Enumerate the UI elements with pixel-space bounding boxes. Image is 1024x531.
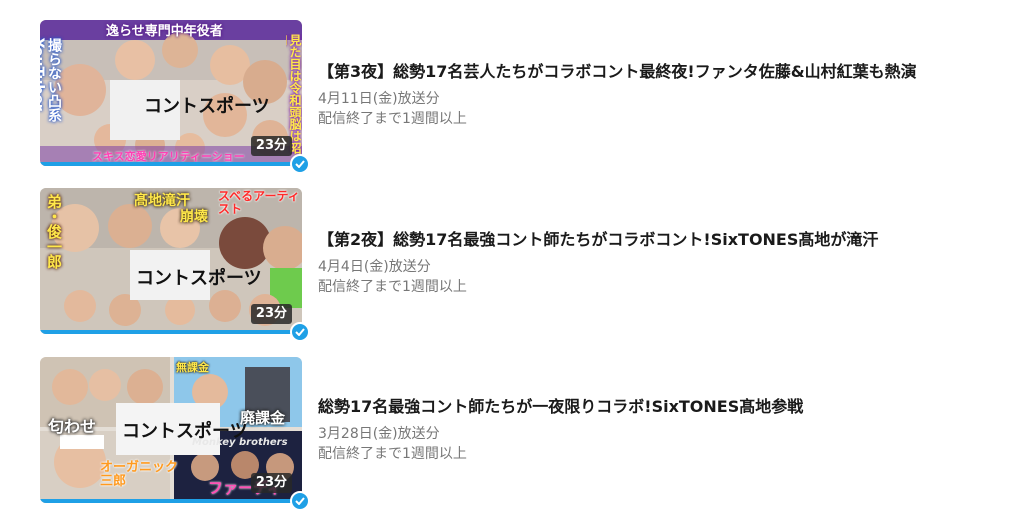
thumb-left-caption: 撮らない凸系YouTuber: [40, 38, 62, 122]
duration-badge: 23分: [250, 304, 292, 324]
watch-progress-fill: [40, 162, 302, 166]
thumb-bottom-left-caption: オーガニック三郎: [100, 460, 179, 489]
air-date: 3月28日(金)放送分: [318, 426, 440, 442]
watched-check-icon: [290, 491, 310, 511]
episode-title[interactable]: 【第3夜】総勢17名芸人たちがコラボコント最終夜!ファンタ佐藤&山村紅葉も熱演: [318, 62, 917, 82]
availability-text: 配信終了まで1週間以上: [318, 446, 467, 462]
show-logo: コントスポーツ: [122, 421, 248, 442]
watch-progress-bar: [40, 499, 302, 503]
show-logo: コントスポーツ: [136, 268, 262, 289]
episode-item[interactable]: 逸らせ専門中年役者 撮らない凸系YouTuber 見た目は令和頭脳は昭和 コント…: [0, 20, 1024, 180]
episode-thumbnail[interactable]: 弟・俊一郎 髙地滝汗 崩壊 スベるアーティスト コントスポーツ 23分: [40, 188, 310, 342]
watched-check-icon: [290, 154, 310, 174]
watched-check-icon: [290, 322, 310, 342]
episode-thumbnail[interactable]: 逸らせ専門中年役者 撮らない凸系YouTuber 見た目は令和頭脳は昭和 コント…: [40, 20, 310, 174]
air-date: 4月4日(金)放送分: [318, 259, 431, 275]
availability-text: 配信終了まで1週間以上: [318, 279, 467, 295]
episode-title[interactable]: 【第2夜】総勢17名最強コント師たちがコラボコント!SixTONES髙地が滝汗: [318, 230, 878, 250]
duration-badge: 23分: [250, 473, 292, 493]
show-logo: コントスポーツ: [144, 96, 270, 117]
thumb-right-caption: スベるアーティスト: [218, 189, 300, 216]
thumbnail-image: 逸らせ専門中年役者 撮らない凸系YouTuber 見た目は令和頭脳は昭和 コント…: [40, 20, 302, 166]
watch-progress-fill: [40, 330, 302, 334]
thumbnail-image: 匂わせ 無課金 廃課金 オーガニック三郎 Monkey brothers ファー…: [40, 357, 302, 503]
episode-thumbnail[interactable]: 匂わせ 無課金 廃課金 オーガニック三郎 Monkey brothers ファー…: [40, 357, 310, 511]
episode-item[interactable]: 匂わせ 無課金 廃課金 オーガニック三郎 Monkey brothers ファー…: [0, 357, 1024, 517]
episode-title[interactable]: 総勢17名最強コント師たちが一夜限りコラボ!SixTONES髙地参戦: [318, 397, 803, 417]
thumb-collapse-caption: 崩壊: [180, 209, 208, 225]
watch-progress-bar: [40, 330, 302, 334]
duration-badge: 23分: [250, 136, 292, 156]
availability-text: 配信終了まで1週間以上: [318, 111, 467, 127]
episode-item[interactable]: 弟・俊一郎 髙地滝汗 崩壊 スベるアーティスト コントスポーツ 23分 【第2夜…: [0, 188, 1024, 348]
thumbnail-image: 弟・俊一郎 髙地滝汗 崩壊 スベるアーティスト コントスポーツ 23分: [40, 188, 302, 334]
thumb-left-caption: 匂わせ: [48, 417, 97, 436]
thumb-top-banner: 逸らせ専門中年役者: [106, 24, 223, 39]
watch-progress-bar: [40, 162, 302, 166]
thumb-left-caption: 弟・俊一郎: [45, 194, 63, 269]
thumb-small-caption: 無課金: [176, 361, 209, 374]
episode-list: 逸らせ専門中年役者 撮らない凸系YouTuber 見た目は令和頭脳は昭和 コント…: [0, 0, 1024, 531]
watch-progress-fill: [40, 499, 302, 503]
air-date: 4月11日(金)放送分: [318, 91, 440, 107]
